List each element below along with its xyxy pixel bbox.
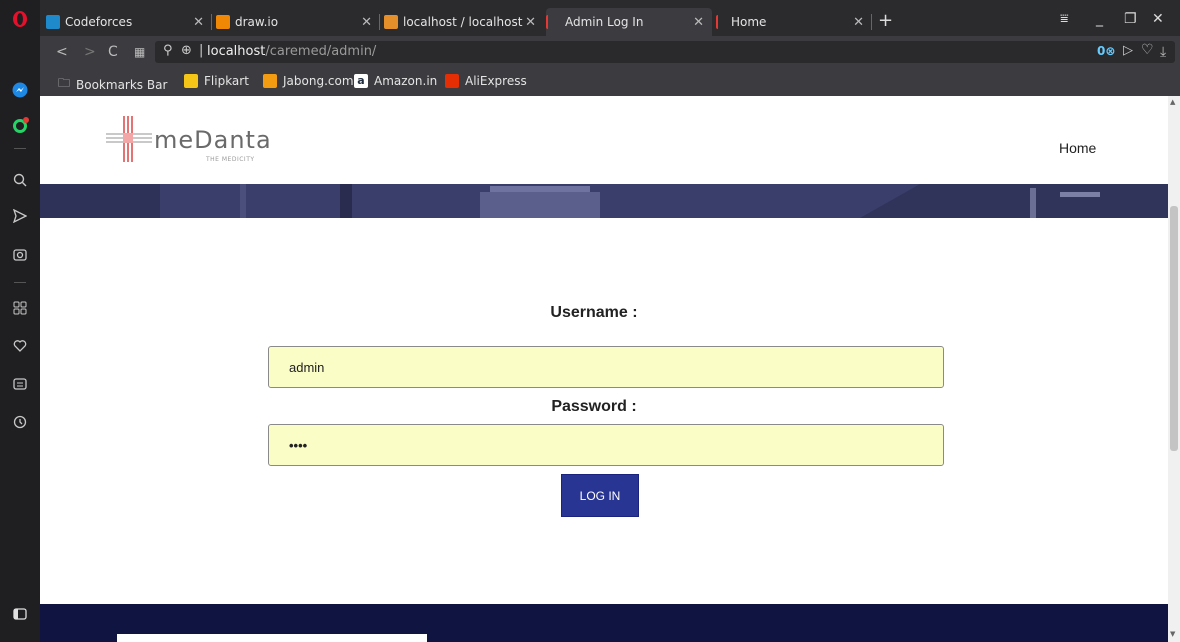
heart-icon[interactable] — [0, 336, 40, 356]
address-bar[interactable]: ⚲ ⊕ | localhost/caremed/admin/ 0⊗ ▷ ♡ — [155, 41, 1175, 63]
username-input[interactable]: admin — [268, 346, 944, 388]
bookmarks-bar-folder[interactable]: 🗀 Bookmarks Bar — [58, 74, 167, 95]
heart-icon[interactable]: ♡ — [1141, 42, 1154, 58]
whatsapp-icon[interactable] — [0, 116, 40, 136]
browser-chrome: Codeforces ✕ draw.io ✕ localhost / local… — [40, 0, 1180, 96]
password-input[interactable]: •••• — [268, 424, 944, 466]
flipkart-favicon-icon — [184, 74, 198, 88]
close-icon[interactable]: ✕ — [525, 15, 536, 30]
opera-logo-icon[interactable] — [0, 8, 40, 30]
sidebar-toggle-icon[interactable] — [0, 604, 40, 624]
codeforces-favicon-icon — [46, 15, 60, 29]
brand-name[interactable]: meDanta — [154, 126, 272, 154]
url-separator: | — [199, 43, 204, 58]
minimize-button[interactable]: _ — [1096, 11, 1103, 27]
medanta-favicon-icon — [716, 15, 722, 29]
amazon-favicon-icon: a — [354, 74, 368, 88]
address-bar-row: < > C ▦ ⚲ ⊕ | localhost/caremed/admin/ 0… — [40, 36, 1180, 68]
tab-menu-icon[interactable]: ⩸ — [1060, 11, 1069, 27]
bookmarks-bar: 🗀 Bookmarks Bar Flipkart Jabong.com a Am… — [40, 68, 1180, 96]
browser-sidebar — [0, 0, 40, 642]
bookmark-aliexpress[interactable]: AliExpress — [445, 74, 527, 88]
nav-home-link[interactable]: Home — [1059, 140, 1096, 156]
download-icon[interactable]: ⤓ — [1160, 44, 1166, 60]
jabong-favicon-icon — [263, 74, 277, 88]
restore-button[interactable]: ❐ — [1124, 11, 1137, 27]
url-text[interactable]: localhost/caremed/admin/ — [207, 44, 376, 59]
vpn-badge-icon[interactable]: 0⊗ — [1097, 44, 1115, 58]
close-icon[interactable]: ✕ — [853, 15, 864, 30]
page-scrollbar[interactable]: ▲ ▼ — [1168, 96, 1180, 642]
tab-admin-login[interactable]: Admin Log In ✕ — [546, 8, 712, 36]
site-footer — [40, 604, 1168, 642]
aliexpress-favicon-icon — [445, 74, 459, 88]
messenger-icon[interactable] — [0, 80, 40, 100]
send-icon[interactable] — [0, 206, 40, 226]
bookmark-amazon[interactable]: a Amazon.in — [354, 74, 437, 88]
folder-icon: 🗀 — [58, 76, 71, 90]
login-button[interactable]: LOG IN — [561, 474, 639, 517]
username-label: Username : — [550, 304, 638, 321]
web-page: meDanta THE MEDICITY Home Username : adm… — [40, 96, 1168, 642]
close-icon[interactable]: ✕ — [193, 15, 204, 30]
hero-banner — [40, 184, 1168, 218]
tab-grid-icon[interactable]: ▦ — [134, 45, 145, 59]
forward-icon[interactable]: > — [84, 44, 96, 60]
close-icon[interactable]: ✕ — [361, 15, 372, 30]
globe-icon: ⊕ — [181, 43, 192, 58]
tab-phpmyadmin[interactable]: localhost / localhost / ✕ — [384, 8, 544, 36]
speed-dial-icon[interactable] — [0, 298, 40, 318]
medanta-favicon-icon — [546, 15, 552, 29]
history-icon[interactable] — [0, 412, 40, 432]
search-icon[interactable] — [0, 170, 40, 190]
send-icon[interactable]: ▷ — [1123, 43, 1133, 58]
scroll-up-arrow-icon[interactable]: ▲ — [1170, 98, 1175, 106]
drawio-favicon-icon — [216, 15, 230, 29]
medanta-logo-icon[interactable] — [106, 116, 152, 162]
close-window-button[interactable]: ✕ — [1152, 11, 1164, 27]
tab-drawio[interactable]: draw.io ✕ — [216, 8, 380, 36]
news-icon[interactable] — [0, 374, 40, 394]
scroll-down-arrow-icon[interactable]: ▼ — [1170, 630, 1175, 638]
brand-tagline: THE MEDICITY — [206, 156, 255, 163]
bookmark-flipkart[interactable]: Flipkart — [184, 74, 249, 88]
tab-strip: Codeforces ✕ draw.io ✕ localhost / local… — [40, 8, 1180, 36]
security-icon[interactable]: ⚲ — [163, 43, 173, 58]
camera-icon[interactable] — [0, 244, 40, 264]
password-label: Password : — [551, 398, 637, 415]
scrollbar-thumb[interactable] — [1170, 206, 1178, 451]
reload-icon[interactable]: C — [108, 44, 118, 60]
bookmark-jabong[interactable]: Jabong.com — [263, 74, 354, 88]
login-form: Username : admin Password : •••• LOG IN — [40, 218, 1168, 604]
tab-home[interactable]: Home ✕ — [716, 8, 872, 36]
close-icon[interactable]: ✕ — [693, 15, 704, 30]
phpmyadmin-favicon-icon — [384, 15, 398, 29]
footer-panel — [117, 634, 427, 642]
back-icon[interactable]: < — [56, 44, 68, 60]
site-header: meDanta THE MEDICITY Home — [40, 96, 1168, 184]
new-tab-button[interactable]: + — [878, 10, 893, 31]
tab-codeforces[interactable]: Codeforces ✕ — [46, 8, 212, 36]
